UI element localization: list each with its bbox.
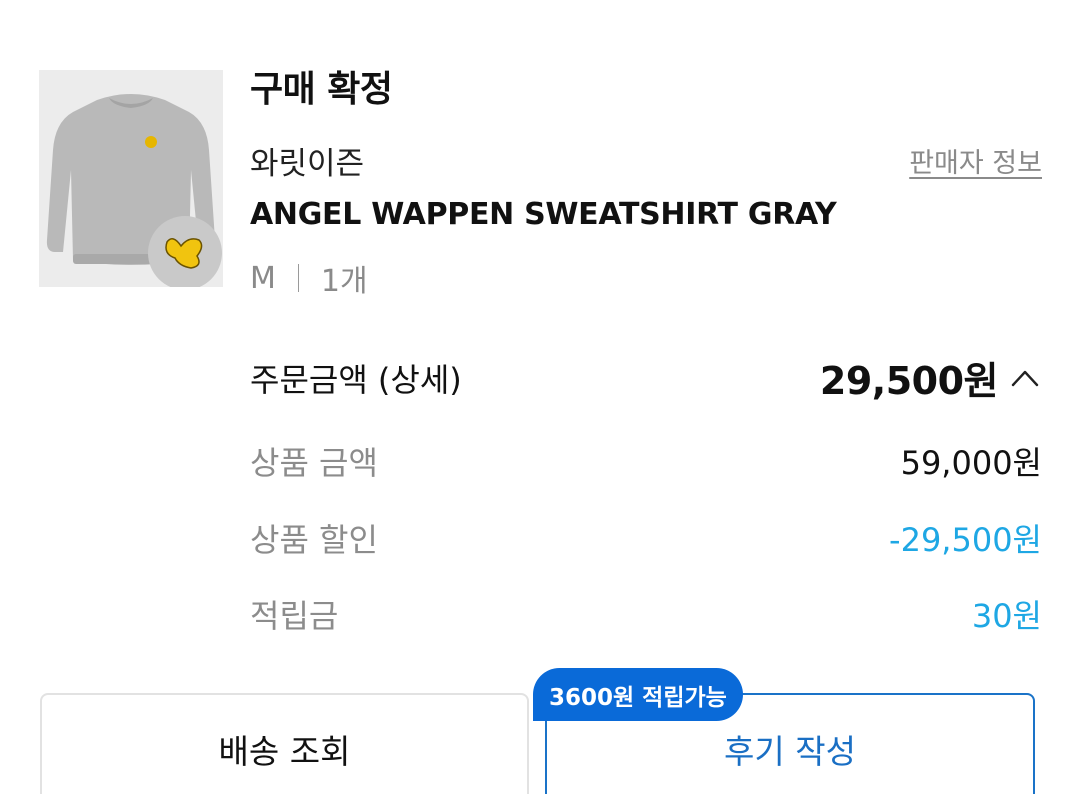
option-divider	[297, 264, 299, 292]
order-total-label: 주문금액 (상세)	[250, 360, 462, 399]
order-total-value-wrap: 29,500원	[820, 350, 1042, 405]
sweatshirt-icon	[39, 70, 223, 287]
price-line-discount: 상품 할인 -29,500원	[250, 515, 1042, 561]
product-name: ANGEL WAPPEN SWEATSHIRT GRAY	[250, 197, 837, 232]
price-line-label: 상품 할인	[250, 521, 378, 559]
brand-name: 와릿이즌	[250, 146, 365, 182]
option-size: M	[250, 260, 276, 296]
price-line-label: 적립금	[250, 597, 339, 635]
order-card: 구매 확정 와릿이즌 판매자 정보 ANGEL WAPPEN SWEATSHIR…	[0, 0, 1080, 794]
price-line-label: 상품 금액	[250, 444, 378, 482]
order-status: 구매 확정	[250, 69, 393, 110]
option-quantity: 1개	[320, 264, 368, 299]
price-line-points: 적립금 30원	[250, 591, 1042, 637]
order-total-row[interactable]: 주문금액 (상세) 29,500원	[250, 350, 1042, 405]
seller-info-link[interactable]: 판매자 정보	[909, 141, 1042, 180]
price-line-product-amount: 상품 금액 59,000원	[250, 438, 1042, 484]
price-line-value: -29,500원	[889, 521, 1042, 559]
review-reward-badge: 3600원 적립가능	[533, 668, 743, 721]
product-options: M 1개	[250, 256, 368, 300]
product-thumbnail[interactable]	[39, 70, 223, 287]
price-line-value: 30원	[971, 597, 1042, 635]
order-total-value: 29,500원	[819, 359, 999, 403]
chevron-up-icon[interactable]	[1008, 361, 1042, 395]
price-line-value: 59,000원	[900, 444, 1042, 482]
track-shipping-button[interactable]: 배송 조회	[40, 693, 529, 794]
